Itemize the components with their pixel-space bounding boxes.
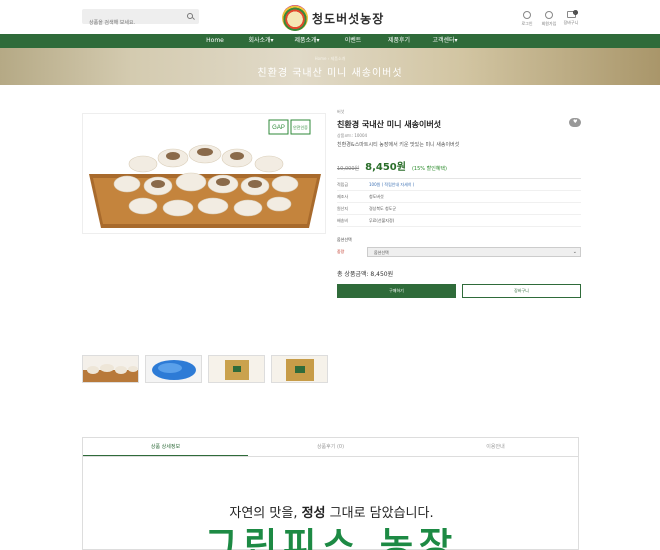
logo-text: 청도버섯농장 (312, 11, 385, 26)
spec-key: 원산지 (337, 205, 349, 211)
user-plus-icon (545, 11, 553, 19)
add-to-cart-button[interactable]: 장바구니 (462, 284, 581, 298)
page-banner: Home › 제품소개 친환경 국내산 미니 새송이버섯 (0, 48, 660, 85)
spec-row: 원산지 경상북도 청도군 (337, 203, 581, 215)
product-main-image[interactable]: GAP 안전인증 (82, 113, 326, 234)
product-title: 친환경 국내산 미니 새송이버섯 (337, 120, 442, 129)
login-label: 로그인 (521, 21, 533, 26)
thumbnail-3[interactable] (208, 355, 265, 383)
detail-big-text: 그린피스 농장 (204, 528, 459, 550)
banner-title: 친환경 국내산 미니 새송이버섯 (257, 68, 403, 79)
tab-guide[interactable]: 이용안내 (413, 438, 578, 456)
spec-row: 배송비 무료(선불지정) (337, 215, 581, 227)
spec-row: 제조사 청도버섯 (337, 191, 581, 203)
search-input[interactable] (82, 15, 182, 31)
nav-home[interactable]: Home (192, 34, 238, 48)
wishlist-heart-icon[interactable] (569, 118, 581, 127)
product-info: 버섯 친환경 국내산 미니 새송이버섯 상품코드: 10004 친환경&스마트시… (337, 109, 581, 298)
tab-detail-info[interactable]: 상품 상세정보 (83, 438, 248, 456)
join-link[interactable]: 회원가입 (537, 9, 561, 27)
spec-value[interactable]: 100원 ( 적립안내 자세히 ) (369, 182, 414, 188)
cart-link[interactable]: 0 장바구니 (559, 9, 583, 26)
join-label: 회원가입 (541, 21, 557, 26)
buy-now-button[interactable]: 구매하기 (337, 284, 456, 298)
main-nav: Home 회사소개▾ 제품소개▾ 이벤트 제품후기 고객센터▾ (0, 34, 660, 48)
login-link[interactable]: 로그인 (515, 9, 539, 27)
option-label: 중량 (337, 249, 345, 254)
search-icon[interactable] (187, 13, 193, 19)
detail-section: 상품 상세정보 상품후기 (0) 이용안내 자연의 맛을, 정성 그대로 담았습… (82, 437, 579, 550)
search-box[interactable] (82, 9, 199, 31)
spec-key: 제조사 (337, 193, 349, 199)
price-row: 10,000원 8,450원 (15% 할인혜택) (337, 158, 581, 173)
nav-reviews[interactable]: 제품후기 (376, 34, 422, 48)
chevron-down-icon: ⌄ (572, 249, 577, 255)
spec-key: 적립금 (337, 181, 349, 187)
logo-emblem-icon (282, 5, 308, 31)
headline-post: 그대로 담았습니다. (325, 506, 434, 521)
top-bar: 청도버섯농장 로그인 회원가입 0 장바구니 (0, 0, 660, 34)
gap-badge-text: GAP (272, 125, 285, 131)
headline-bold: 정성 (301, 506, 326, 521)
spec-row: 적립금 100원 ( 적립안내 자세히 ) (337, 179, 581, 191)
nav-company[interactable]: 회사소개▾ (238, 34, 284, 48)
tab-reviews[interactable]: 상품후기 (0) (248, 438, 413, 456)
nav-products[interactable]: 제품소개▾ (284, 34, 330, 48)
option-section-title: 옵션선택 (337, 237, 352, 242)
original-price: 10,000원 (337, 166, 360, 172)
product-code: 상품코드: 10004 (337, 133, 368, 138)
product-description: 친환경&스마트시티 농장에서 키운 맛있는 미니 새송이버섯 (337, 142, 460, 148)
option-select[interactable]: 옵션선택 (367, 247, 581, 257)
spec-value: 청도버섯 (369, 193, 384, 199)
nav-event[interactable]: 이벤트 (330, 34, 376, 48)
nav-support[interactable]: 고객센터▾ (422, 34, 468, 48)
thumbnail-4[interactable] (271, 355, 328, 383)
sale-price: 8,450원 (365, 162, 406, 173)
thumbnail-1[interactable] (82, 355, 139, 383)
detail-headline: 자연의 맛을, 정성 그대로 담았습니다. (83, 502, 580, 521)
detail-tabs: 상품 상세정보 상품후기 (0) 이용안내 (83, 438, 578, 457)
logo[interactable]: 청도버섯농장 (282, 5, 384, 31)
discount-rate: (15% 할인혜택) (411, 166, 447, 172)
thumbnail-2[interactable] (145, 355, 202, 383)
safety-badge-text: 안전인증 (293, 124, 308, 130)
spec-key: 배송비 (337, 217, 349, 223)
total-price: 총 상품금액: 8,450원 (337, 271, 394, 278)
cart-label: 장바구니 (563, 20, 579, 25)
cart-count-badge: 0 (573, 10, 578, 15)
option-row: 중량 옵션선택 ⌄ (337, 247, 581, 257)
user-icon (523, 11, 531, 19)
action-buttons: 구매하기 장바구니 (337, 284, 581, 298)
product-brand: 버섯 (337, 109, 345, 114)
thumbnail-strip (82, 355, 328, 383)
spec-value: 무료(선불지정) (369, 217, 395, 223)
headline-pre: 자연의 맛을, (229, 506, 302, 521)
spec-value: 경상북도 청도군 (369, 205, 397, 211)
breadcrumb: Home › 제품소개 (314, 56, 346, 61)
